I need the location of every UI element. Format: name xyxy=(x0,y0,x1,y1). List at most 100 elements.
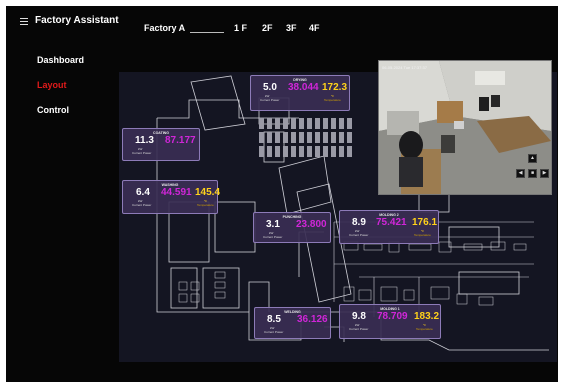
current-power-label: Current Power xyxy=(264,330,284,334)
machine-outline xyxy=(478,296,494,306)
coating-status-card[interactable]: COATING 11.3 87.177 kW Current Power xyxy=(122,128,200,161)
current-power-label: Current Power xyxy=(260,98,280,102)
camera-image xyxy=(379,61,551,194)
current-power-value: 8.5 xyxy=(267,314,281,325)
storage-rack xyxy=(331,132,336,143)
nav-dashboard[interactable]: Dashboard xyxy=(37,55,84,65)
temperature-value: 176.1 xyxy=(412,217,438,228)
storage-rack xyxy=(347,146,352,157)
storage-rack xyxy=(291,132,296,143)
machine-outline xyxy=(214,271,226,279)
current-power-value: 5.0 xyxy=(263,82,277,93)
machine-outline xyxy=(430,286,450,300)
current-power-label: Current Power xyxy=(132,151,152,155)
app-window: Factory Assistant Dashboard Layout Contr… xyxy=(6,6,558,382)
floor-tab-3f[interactable]: 3F xyxy=(286,23,297,33)
current-power-label: Current Power xyxy=(349,233,369,237)
floor-tab-2f[interactable]: 2F xyxy=(262,23,273,33)
current-power-value: 11.3 xyxy=(135,135,154,146)
machine-outline xyxy=(214,291,226,299)
ptz-left-button[interactable]: ◀ xyxy=(516,169,525,178)
storage-rack xyxy=(339,146,344,157)
storage-rack xyxy=(267,132,272,143)
current-power-value: 9.8 xyxy=(352,311,366,322)
current-power-label: Current Power xyxy=(349,327,369,331)
current-power-value: 8.9 xyxy=(352,217,366,228)
storage-rack xyxy=(275,146,280,157)
production-value: 23.800 xyxy=(296,219,327,230)
machine-outline xyxy=(363,243,383,251)
production-value: 44.591 xyxy=(161,187,192,198)
production-value: 75.421 xyxy=(376,217,407,228)
machine-outlines xyxy=(178,241,527,306)
machine-outline xyxy=(190,281,200,291)
machine-outline xyxy=(178,281,188,291)
washing-status-card[interactable]: WASHING 6.4 44.591 145.4 kW °F Current P… xyxy=(122,180,221,214)
machine-outline xyxy=(408,243,432,251)
machine-outline xyxy=(343,286,355,302)
storage-rack xyxy=(315,132,320,143)
storage-rack xyxy=(299,146,304,157)
storage-rack xyxy=(283,118,288,129)
floor-tab-1f[interactable]: 1 F xyxy=(234,23,247,33)
ptz-right-button[interactable]: ▶ xyxy=(540,169,549,178)
temperature-value: 145.4 xyxy=(195,187,221,198)
current-power-value: 3.1 xyxy=(266,219,280,230)
storage-rack xyxy=(259,132,264,143)
nav-control[interactable]: Control xyxy=(37,105,69,115)
storage-rack xyxy=(259,146,264,157)
storage-rack xyxy=(283,132,288,143)
temperature-value: 172.3 xyxy=(322,82,348,93)
production-value: 78.709 xyxy=(377,311,408,322)
production-value: 38.044 xyxy=(288,82,319,93)
storage-rack xyxy=(283,146,288,157)
storage-rack xyxy=(307,132,312,143)
floor-tab-4f[interactable]: 4F xyxy=(309,23,320,33)
factory-underline xyxy=(190,32,224,33)
temperature-label: Temperature xyxy=(416,327,433,331)
machine-outline xyxy=(490,241,506,251)
storage-rack xyxy=(331,118,336,129)
machine-outline xyxy=(513,243,527,251)
molding1-status-card[interactable]: MOLDING 1 9.8 78.709 183.2 kW °F Current… xyxy=(339,304,441,339)
storage-rack xyxy=(275,118,280,129)
temperature-label: Temperature xyxy=(414,233,431,237)
factory-selector[interactable]: Factory A xyxy=(144,23,185,33)
storage-rack xyxy=(323,146,328,157)
temperature-label: Temperature xyxy=(197,203,214,207)
drying-status-card[interactable]: DRYING 5.0 38.044 172.3 kW °F Current Po… xyxy=(250,75,350,111)
punching-status-card[interactable]: PUNCHING 3.1 23.800 kW Current Power xyxy=(253,212,331,243)
molding2-status-card[interactable]: MOLDING 2 8.9 75.421 176.1 kW °F Current… xyxy=(339,210,439,244)
ptz-home-button[interactable]: ■ xyxy=(528,169,537,178)
machine-outline xyxy=(456,293,468,305)
storage-rack xyxy=(275,132,280,143)
machine-outline xyxy=(380,286,398,302)
welding-status-card[interactable]: WELDING 8.5 36.126 kW Current Power xyxy=(254,307,331,339)
production-value: 36.126 xyxy=(297,314,328,325)
camera-timestamp: 06-05-2024 Tue 17:37:37 xyxy=(382,65,427,70)
production-value: 87.177 xyxy=(165,135,196,146)
current-power-label: Current Power xyxy=(263,235,283,239)
hamburger-menu-icon[interactable] xyxy=(20,18,28,25)
storage-rack xyxy=(291,118,296,129)
storage-rack xyxy=(299,132,304,143)
storage-rack xyxy=(291,146,296,157)
nav-layout[interactable]: Layout xyxy=(37,80,67,90)
storage-rack xyxy=(315,146,320,157)
storage-rack xyxy=(339,132,344,143)
storage-rack xyxy=(331,146,336,157)
machine-outline xyxy=(190,293,200,303)
machine-outline xyxy=(403,289,415,301)
machine-outline xyxy=(358,289,372,301)
storage-rack xyxy=(339,118,344,129)
camera-feed[interactable]: 06-05-2024 Tue 17:37:37 ▲ ◀ ■ ▶ xyxy=(378,60,552,195)
app-title: Factory Assistant xyxy=(35,15,119,26)
storage-rack xyxy=(299,118,304,129)
temperature-value: 183.2 xyxy=(414,311,440,322)
current-power-value: 6.4 xyxy=(136,187,150,198)
ptz-up-button[interactable]: ▲ xyxy=(528,154,537,163)
storage-rack xyxy=(307,118,312,129)
machine-outline xyxy=(178,293,188,303)
machine-outline xyxy=(214,281,226,289)
current-power-label: Current Power xyxy=(132,203,152,207)
